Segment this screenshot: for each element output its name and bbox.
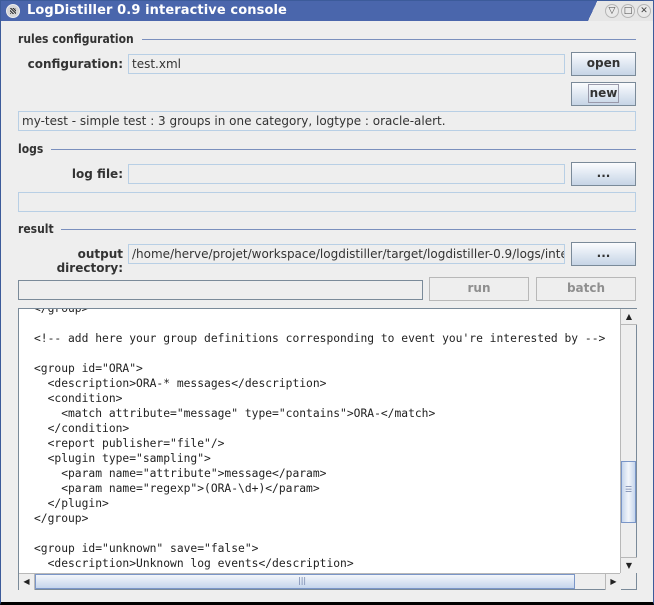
batch-button[interactable]: batch: [536, 277, 636, 301]
result-section-divider: [61, 229, 636, 230]
code-line: <param name="attribute">message</param>: [34, 467, 327, 480]
main-window: LogDistiller 0.9 interactive console ▽ □…: [0, 0, 654, 605]
code-line: <plugin type="sampling">: [34, 452, 211, 465]
scroll-corner: [620, 573, 636, 589]
rules-xml-editor[interactable]: </group> <!-- add here your group definit…: [18, 308, 637, 590]
output-directory-field[interactable]: /home/herve/projet/workspace/logdistille…: [128, 244, 565, 264]
horizontal-scroll-thumb[interactable]: |||: [35, 574, 575, 589]
rules-section-divider: [142, 39, 636, 40]
scroll-right-icon[interactable]: ▶: [605, 574, 621, 590]
scroll-left-icon[interactable]: ◀: [19, 574, 35, 590]
run-button[interactable]: run: [429, 277, 529, 301]
result-section-title: result: [18, 222, 54, 236]
rules-description-field: my-test - simple test : 3 groups in one …: [18, 111, 636, 131]
code-line: <group id="ORA">: [34, 362, 143, 375]
output-directory-browse-button[interactable]: ...: [571, 242, 636, 266]
log-file-browse-button[interactable]: ...: [571, 162, 636, 186]
grip-icon: ☰: [625, 485, 633, 494]
logs-status-field: [18, 192, 636, 212]
new-button[interactable]: new: [571, 82, 636, 106]
code-line: <param name="regexp">(ORA-\d+)</param>: [34, 482, 320, 495]
vertical-scrollbar[interactable]: ▲ ☰ ▼: [620, 309, 637, 573]
output-directory-label: output directory:: [56, 247, 123, 275]
log-file-label: log file:: [71, 167, 123, 181]
app-menu-icon[interactable]: [6, 4, 20, 18]
code-text-area[interactable]: </group> <!-- add here your group definit…: [19, 309, 621, 573]
scroll-down-icon[interactable]: ▼: [621, 557, 637, 573]
code-line: <condition>: [34, 392, 123, 405]
close-icon[interactable]: ✕: [637, 4, 651, 18]
window-title: LogDistiller 0.9 interactive console: [27, 3, 287, 18]
logs-section-title: logs: [18, 142, 44, 156]
code-line: </group>: [34, 512, 89, 525]
code-line: <match attribute="message" type="contain…: [34, 407, 436, 420]
horizontal-scrollbar[interactable]: ◀ ||| ▶: [19, 573, 621, 590]
code-line: <group id="unknown" save="false">: [34, 542, 259, 555]
log-file-field[interactable]: [128, 164, 565, 184]
title-bar[interactable]: LogDistiller 0.9 interactive console ▽ □…: [1, 1, 653, 21]
new-button-label: new: [587, 84, 620, 103]
window-controls: ▽ □ ✕: [583, 1, 653, 21]
vertical-scroll-thumb[interactable]: ☰: [621, 461, 636, 523]
code-line: </group>: [34, 309, 88, 316]
scroll-up-icon[interactable]: ▲: [621, 309, 637, 325]
code-line: <report publisher="file"/>: [34, 437, 225, 450]
code-line: <!-- add here your group definitions cor…: [34, 332, 606, 345]
code-line: <description>Unknown log events</descrip…: [34, 557, 354, 570]
code-line: <description>ORA-* messages</description…: [34, 377, 327, 390]
open-button[interactable]: open: [571, 52, 636, 76]
rules-section-title: rules configuration: [18, 32, 134, 46]
code-line: </condition>: [34, 422, 130, 435]
logs-section-divider: [51, 149, 636, 150]
grip-icon: |||: [298, 576, 307, 585]
configuration-field[interactable]: test.xml: [128, 54, 565, 74]
minimize-icon[interactable]: ▽: [605, 4, 619, 18]
code-line: </plugin>: [34, 497, 109, 510]
maximize-icon[interactable]: □: [621, 4, 635, 18]
configuration-label: configuration:: [27, 57, 123, 71]
progress-field: [18, 280, 423, 300]
